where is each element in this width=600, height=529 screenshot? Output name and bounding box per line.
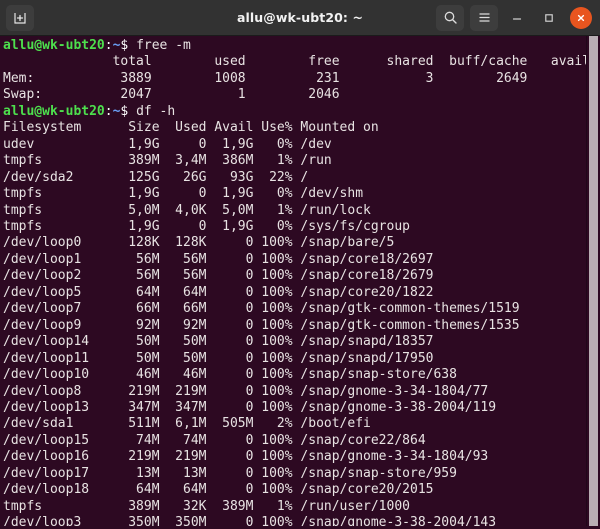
titlebar: allu@wk-ubt20: ~: [0, 0, 600, 36]
close-button[interactable]: [568, 5, 594, 31]
df-header: Filesystem Size Used Avail Use% Mounted …: [3, 120, 379, 136]
free-row-swap: Swap: 2047 1 2046: [3, 87, 340, 103]
df-row: /dev/loop13 347M 347M 0 100% /snap/gnome…: [3, 399, 497, 415]
prompt-colon: :: [104, 38, 113, 53]
df-row: tmpfs 389M 3,4M 386M 1% /run: [3, 153, 332, 169]
df-row: /dev/loop7 66M 66M 0 100% /snap/gtk-comm…: [3, 301, 520, 317]
command-df: df -h: [136, 103, 176, 119]
terminal-window: allu@wk-ubt20: ~ allu@wk-ubt20:~$ free -…: [0, 0, 600, 529]
df-row: /dev/loop5 64M 64M 0 100% /snap/core20/1…: [3, 284, 434, 300]
minimize-button[interactable]: [504, 5, 530, 31]
hamburger-menu-icon: [478, 13, 490, 22]
prompt-sigil: $: [120, 38, 137, 53]
free-header: total used free shared buff/cache availa…: [3, 54, 586, 70]
prompt-colon: :: [104, 103, 113, 119]
maximize-icon: [545, 13, 553, 22]
df-row: /dev/loop11 50M 50M 0 100% /snap/snapd/1…: [3, 350, 434, 366]
search-button[interactable]: [436, 4, 464, 31]
new-tab-icon: [14, 12, 26, 24]
df-row: /dev/loop10 46M 46M 0 100% /snap/snap-st…: [3, 367, 457, 383]
scrollbar-thumb[interactable]: [589, 36, 598, 526]
menu-button[interactable]: [470, 4, 498, 31]
minimize-icon: [512, 17, 522, 20]
new-tab-button[interactable]: [6, 4, 34, 31]
df-row: /dev/loop8 219M 219M 0 100% /snap/gnome-…: [3, 383, 489, 399]
df-row: /dev/sda1 511M 6,1M 505M 2% /boot/efi: [3, 416, 371, 432]
prompt-line-free: allu@wk-ubt20:~$ free -m: [3, 38, 586, 54]
vertical-scrollbar[interactable]: [586, 36, 600, 526]
df-row: udev 1,9G 0 1,9G 0% /dev: [3, 136, 332, 152]
command-free: free -m: [136, 38, 191, 53]
prompt-user: allu@wk-ubt20: [3, 38, 105, 53]
search-icon: [444, 11, 457, 24]
df-row: tmpfs 1,9G 0 1,9G 0% /sys/fs/cgroup: [3, 218, 410, 234]
df-row: /dev/loop17 13M 13M 0 100% /snap/snap-st…: [3, 465, 457, 481]
df-row: /dev/sda2 125G 26G 93G 22% /: [3, 169, 309, 185]
terminal-output[interactable]: allu@wk-ubt20:~$ free -m total used free…: [0, 36, 586, 526]
df-row: /dev/loop9 92M 92M 0 100% /snap/gtk-comm…: [3, 317, 520, 333]
prompt-line-df: allu@wk-ubt20:~$ df -h: [3, 104, 586, 120]
prompt-sigil: $: [120, 103, 137, 119]
df-row: tmpfs 1,9G 0 1,9G 0% /dev/shm: [3, 186, 364, 202]
close-icon: [577, 14, 585, 21]
terminal-body[interactable]: allu@wk-ubt20:~$ free -m total used free…: [0, 36, 600, 526]
df-row: /dev/loop1 56M 56M 0 100% /snap/core18/2…: [3, 251, 434, 267]
close-button-circle: [570, 6, 592, 29]
df-row: /dev/loop18 64M 64M 0 100% /snap/core20/…: [3, 482, 434, 498]
maximize-button[interactable]: [536, 5, 562, 31]
df-row: /dev/loop2 56M 56M 0 100% /snap/core18/2…: [3, 268, 434, 284]
df-row: tmpfs 389M 32K 389M 1% /run/user/1000: [3, 498, 410, 514]
titlebar-right-controls: [436, 4, 594, 31]
titlebar-left-controls: [6, 4, 34, 31]
df-row: /dev/loop15 74M 74M 0 100% /snap/core22/…: [3, 432, 426, 448]
df-row: /dev/loop3 350M 350M 0 100% /snap/gnome-…: [3, 515, 497, 526]
df-row: tmpfs 5,0M 4,0K 5,0M 1% /run/lock: [3, 202, 371, 218]
prompt-user: allu@wk-ubt20: [3, 103, 105, 119]
df-row: /dev/loop14 50M 50M 0 100% /snap/snapd/1…: [3, 334, 434, 350]
free-row-mem: Mem: 3889 1008 231 3 2649 2632: [3, 70, 586, 86]
df-row: /dev/loop0 128K 128K 0 100% /snap/bare/5: [3, 235, 395, 251]
df-row: /dev/loop16 219M 219M 0 100% /snap/gnome…: [3, 449, 489, 465]
